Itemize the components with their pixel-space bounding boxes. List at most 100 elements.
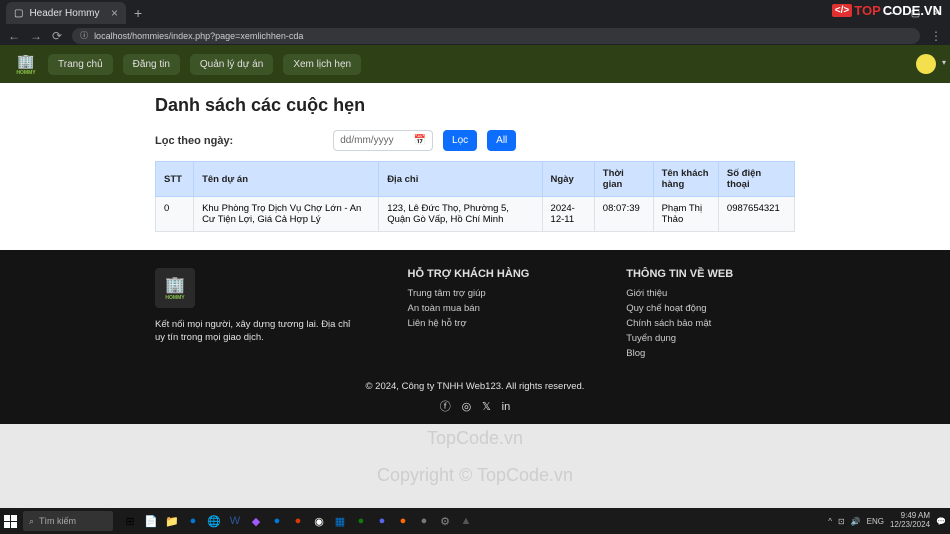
code-icon: </> bbox=[832, 4, 852, 17]
new-tab-button[interactable]: + bbox=[128, 5, 148, 21]
windows-taskbar: ⌕ Tìm kiếm ⊞ 📄 📁 ● 🌐 W ◆ ● ● ◉ ▦ ● ● ● ●… bbox=[0, 508, 950, 534]
appointments-table: STT Tên dự án Địa chỉ Ngày Thời gian Tên… bbox=[155, 161, 795, 232]
app-icon[interactable]: 📄 bbox=[142, 512, 160, 530]
cell-time: 08:07:39 bbox=[594, 197, 653, 232]
app-icon[interactable]: ▲ bbox=[457, 512, 475, 530]
taskbar-search[interactable]: ⌕ Tìm kiếm bbox=[23, 511, 113, 531]
cell-customer: Phạm Thị Thảo bbox=[653, 197, 718, 232]
site-navigation: 🏢 HOMMY Trang chủ Đăng tin Quản lý dự án… bbox=[0, 45, 950, 83]
app-icon[interactable]: ● bbox=[268, 512, 286, 530]
devtools-icon[interactable]: ◆ bbox=[247, 512, 265, 530]
clock[interactable]: 9:49 AM 12/23/2024 bbox=[890, 512, 930, 530]
app-icon[interactable]: ▦ bbox=[331, 512, 349, 530]
back-icon[interactable]: ← bbox=[8, 29, 20, 43]
footer-logo: 🏢 HOMMY bbox=[155, 268, 358, 308]
footer-brand-col: 🏢 HOMMY Kết nối mọi người, xây dựng tươn… bbox=[155, 268, 358, 363]
topcode-watermark-logo: </> TOPCODE.VN bbox=[832, 3, 942, 18]
user-avatar[interactable] bbox=[916, 54, 936, 74]
sound-icon[interactable]: 🔊 bbox=[851, 517, 861, 526]
edge-icon[interactable]: ● bbox=[184, 512, 202, 530]
footer-link[interactable]: Giới thiệu bbox=[626, 288, 795, 299]
facebook-icon[interactable]: ⓕ bbox=[440, 401, 451, 413]
building-icon: 🏢 bbox=[17, 53, 34, 70]
search-icon: ⌕ bbox=[29, 516, 34, 527]
app-icon[interactable]: ● bbox=[415, 512, 433, 530]
app-icon[interactable]: ● bbox=[373, 512, 391, 530]
footer-link[interactable]: Trung tâm trợ giúp bbox=[408, 288, 577, 299]
footer-link[interactable]: Chính sách bảo mật bbox=[626, 318, 795, 329]
nav-post[interactable]: Đăng tin bbox=[123, 54, 180, 75]
app-icon[interactable]: ● bbox=[394, 512, 412, 530]
instagram-icon[interactable]: ◎ bbox=[462, 401, 472, 413]
footer-link[interactable]: Tuyển dụng bbox=[626, 333, 795, 344]
url-input[interactable]: ⓘ localhost/hommies/index.php?page=xemli… bbox=[72, 28, 920, 44]
cell-project: Khu Phòng Trọ Dịch Vụ Chợ Lớn - An Cư Ti… bbox=[194, 197, 379, 232]
info-icon: ⓘ bbox=[80, 30, 88, 41]
table-row: 0 Khu Phòng Trọ Dịch Vụ Chợ Lớn - An Cư … bbox=[156, 197, 795, 232]
start-button[interactable] bbox=[4, 515, 17, 528]
building-icon: 🏢 bbox=[165, 275, 185, 295]
taskbar-apps: ⊞ 📄 📁 ● 🌐 W ◆ ● ● ◉ ▦ ● ● ● ● ⚙ ▲ bbox=[121, 512, 475, 530]
extensions-icon[interactable]: ⋮ bbox=[930, 29, 942, 43]
linkedin-icon[interactable]: in bbox=[502, 401, 511, 413]
page-title: Danh sách các cuộc hẹn bbox=[155, 95, 795, 116]
explorer-icon[interactable]: 📁 bbox=[163, 512, 181, 530]
footer-support-col: HỖ TRỢ KHÁCH HÀNG Trung tâm trợ giúp An … bbox=[408, 268, 577, 363]
th-time: Thời gian bbox=[594, 162, 653, 197]
footer-link[interactable]: An toàn mua bán bbox=[408, 303, 577, 314]
footer-link[interactable]: Quy chế hoạt động bbox=[626, 303, 795, 314]
address-bar: ← → ⟳ ⓘ localhost/hommies/index.php?page… bbox=[0, 26, 950, 45]
date-placeholder: dd/mm/yyyy bbox=[340, 135, 393, 146]
footer-tagline: Kết nối mọi người, xây dựng tương lai. Đ… bbox=[155, 318, 358, 345]
watermark-copyright: Copyright © TopCode.vn bbox=[377, 465, 573, 486]
th-date: Ngày bbox=[542, 162, 594, 197]
all-button[interactable]: All bbox=[487, 130, 516, 151]
social-icons: ⓕ ◎ 𝕏 in bbox=[0, 398, 950, 414]
app-icon[interactable]: ⚙ bbox=[436, 512, 454, 530]
calendar-icon: 📅 bbox=[414, 135, 426, 146]
tray-chevron-icon[interactable]: ^ bbox=[828, 517, 832, 526]
app-icon[interactable]: ◉ bbox=[310, 512, 328, 530]
footer-link[interactable]: Blog bbox=[626, 348, 795, 359]
tab-favicon: ▢ bbox=[14, 8, 23, 19]
tab-bar: ▢ Header Hommy × + — ▢ × bbox=[0, 0, 950, 26]
filter-button[interactable]: Lọc bbox=[443, 130, 477, 151]
lang-indicator[interactable]: ENG bbox=[867, 517, 884, 526]
url-text: localhost/hommies/index.php?page=xemlich… bbox=[94, 31, 303, 41]
cell-phone: 0987654321 bbox=[718, 197, 794, 232]
app-icon[interactable]: ● bbox=[352, 512, 370, 530]
chrome-icon[interactable]: 🌐 bbox=[205, 512, 223, 530]
date-input[interactable]: dd/mm/yyyy 📅 bbox=[333, 130, 433, 151]
cell-date: 2024-12-11 bbox=[542, 197, 594, 232]
task-view-icon[interactable]: ⊞ bbox=[121, 512, 139, 530]
th-project: Tên dự án bbox=[194, 162, 379, 197]
twitter-icon[interactable]: 𝕏 bbox=[482, 401, 491, 413]
close-icon[interactable]: × bbox=[111, 6, 118, 20]
site-logo[interactable]: 🏢 HOMMY bbox=[14, 50, 38, 78]
footer-link[interactable]: Liên hệ hỗ trợ bbox=[408, 318, 577, 329]
nav-schedule[interactable]: Xem lịch hẹn bbox=[283, 54, 361, 75]
browser-tab[interactable]: ▢ Header Hommy × bbox=[6, 2, 126, 24]
cell-stt: 0 bbox=[156, 197, 194, 232]
app-icon[interactable]: ● bbox=[289, 512, 307, 530]
th-address: Địa chỉ bbox=[379, 162, 542, 197]
filter-row: Lọc theo ngày: dd/mm/yyyy 📅 Lọc All bbox=[155, 130, 795, 151]
footer-col-title: HỖ TRỢ KHÁCH HÀNG bbox=[408, 268, 577, 280]
main-content: Danh sách các cuộc hẹn Lọc theo ngày: dd… bbox=[0, 83, 950, 250]
notifications-icon[interactable]: 💬 bbox=[936, 517, 946, 526]
th-stt: STT bbox=[156, 162, 194, 197]
system-tray: ^ ⊡ 🔊 ENG 9:49 AM 12/23/2024 💬 bbox=[828, 512, 946, 530]
word-icon[interactable]: W bbox=[226, 512, 244, 530]
nav-manage[interactable]: Quản lý dự án bbox=[190, 54, 273, 75]
network-icon[interactable]: ⊡ bbox=[838, 517, 845, 526]
tab-title: Header Hommy bbox=[29, 8, 99, 19]
th-customer: Tên khách hàng bbox=[653, 162, 718, 197]
forward-icon[interactable]: → bbox=[30, 29, 42, 43]
reload-icon[interactable]: ⟳ bbox=[52, 29, 62, 43]
copyright-text: © 2024, Công ty TNHH Web123. All rights … bbox=[0, 381, 950, 392]
filter-label: Lọc theo ngày: bbox=[155, 135, 233, 147]
footer-col-title: THÔNG TIN VỀ WEB bbox=[626, 268, 795, 280]
th-phone: Số điện thoại bbox=[718, 162, 794, 197]
nav-home[interactable]: Trang chủ bbox=[48, 54, 113, 75]
footer-info-col: THÔNG TIN VỀ WEB Giới thiệu Quy chế hoạt… bbox=[626, 268, 795, 363]
